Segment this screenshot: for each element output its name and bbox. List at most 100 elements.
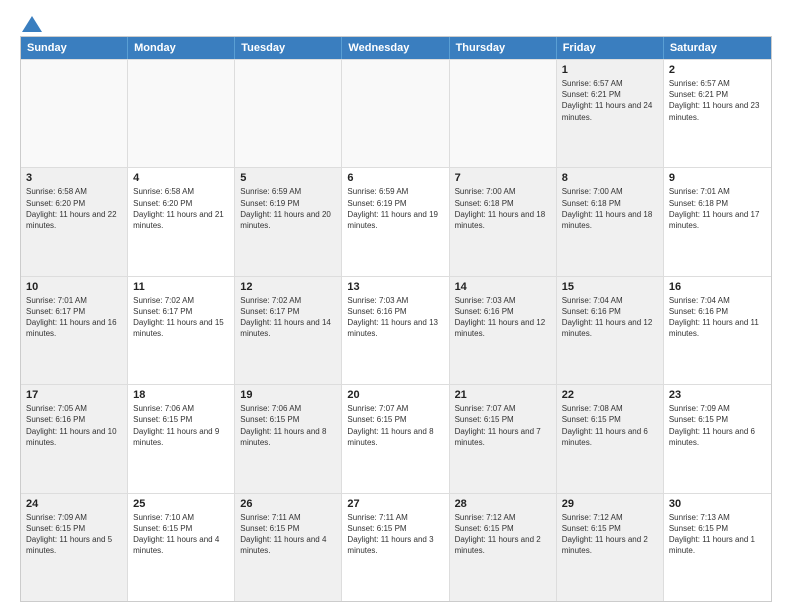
week-row-1: 3 Sunrise: 6:58 AM Sunset: 6:20 PM Daylig… <box>21 167 771 275</box>
calendar-cell: 1 Sunrise: 6:57 AM Sunset: 6:21 PM Daylig… <box>557 60 664 167</box>
calendar-cell <box>342 60 449 167</box>
calendar-cell: 21 Sunrise: 7:07 AM Sunset: 6:15 PM Dayli… <box>450 385 557 492</box>
calendar-cell: 22 Sunrise: 7:08 AM Sunset: 6:15 PM Dayli… <box>557 385 664 492</box>
day-info: Sunrise: 6:59 AM Sunset: 6:19 PM Dayligh… <box>240 186 336 231</box>
day-info: Sunrise: 6:57 AM Sunset: 6:21 PM Dayligh… <box>669 78 766 123</box>
header-day-thursday: Thursday <box>450 37 557 59</box>
week-row-0: 1 Sunrise: 6:57 AM Sunset: 6:21 PM Daylig… <box>21 59 771 167</box>
day-info: Sunrise: 7:07 AM Sunset: 6:15 PM Dayligh… <box>347 403 443 448</box>
calendar-cell: 13 Sunrise: 7:03 AM Sunset: 6:16 PM Dayli… <box>342 277 449 384</box>
day-info: Sunrise: 7:00 AM Sunset: 6:18 PM Dayligh… <box>455 186 551 231</box>
day-number: 10 <box>26 281 122 293</box>
calendar-cell: 9 Sunrise: 7:01 AM Sunset: 6:18 PM Daylig… <box>664 168 771 275</box>
calendar-cell: 30 Sunrise: 7:13 AM Sunset: 6:15 PM Dayli… <box>664 494 771 601</box>
day-number: 15 <box>562 281 658 293</box>
day-info: Sunrise: 7:13 AM Sunset: 6:15 PM Dayligh… <box>669 512 766 557</box>
day-info: Sunrise: 7:09 AM Sunset: 6:15 PM Dayligh… <box>26 512 122 557</box>
day-info: Sunrise: 7:03 AM Sunset: 6:16 PM Dayligh… <box>455 295 551 340</box>
day-number: 18 <box>133 389 229 401</box>
calendar-body: 1 Sunrise: 6:57 AM Sunset: 6:21 PM Daylig… <box>21 59 771 601</box>
calendar-cell: 23 Sunrise: 7:09 AM Sunset: 6:15 PM Dayli… <box>664 385 771 492</box>
week-row-3: 17Sunrise: 7:05 AM Sunset: 6:16 PM Dayli… <box>21 384 771 492</box>
calendar-cell: 26 Sunrise: 7:11 AM Sunset: 6:15 PM Dayli… <box>235 494 342 601</box>
day-number: 21 <box>455 389 551 401</box>
calendar-cell: 6 Sunrise: 6:59 AM Sunset: 6:19 PM Daylig… <box>342 168 449 275</box>
page: SundayMondayTuesdayWednesdayThursdayFrid… <box>0 0 792 612</box>
day-number: 29 <box>562 498 658 510</box>
header-day-tuesday: Tuesday <box>235 37 342 59</box>
logo-icon <box>22 16 42 32</box>
day-number: 6 <box>347 172 443 184</box>
day-number: 23 <box>669 389 766 401</box>
day-info: Sunrise: 6:59 AM Sunset: 6:19 PM Dayligh… <box>347 186 443 231</box>
calendar-cell: 16 Sunrise: 7:04 AM Sunset: 6:16 PM Dayli… <box>664 277 771 384</box>
calendar-cell <box>21 60 128 167</box>
calendar-cell: 7 Sunrise: 7:00 AM Sunset: 6:18 PM Daylig… <box>450 168 557 275</box>
week-row-4: 24 Sunrise: 7:09 AM Sunset: 6:15 PM Dayli… <box>21 493 771 601</box>
calendar-cell: 27Sunrise: 7:11 AM Sunset: 6:15 PM Dayli… <box>342 494 449 601</box>
day-number: 2 <box>669 64 766 76</box>
calendar-cell: 4 Sunrise: 6:58 AM Sunset: 6:20 PM Daylig… <box>128 168 235 275</box>
calendar-cell: 14 Sunrise: 7:03 AM Sunset: 6:16 PM Dayli… <box>450 277 557 384</box>
day-info: Sunrise: 7:09 AM Sunset: 6:15 PM Dayligh… <box>669 403 766 448</box>
day-info: Sunrise: 7:05 AM Sunset: 6:16 PM Dayligh… <box>26 403 122 448</box>
calendar-cell: 11 Sunrise: 7:02 AM Sunset: 6:17 PM Dayli… <box>128 277 235 384</box>
calendar-cell: 25Sunrise: 7:10 AM Sunset: 6:15 PM Dayli… <box>128 494 235 601</box>
day-number: 3 <box>26 172 122 184</box>
day-number: 19 <box>240 389 336 401</box>
day-number: 14 <box>455 281 551 293</box>
header-day-monday: Monday <box>128 37 235 59</box>
day-info: Sunrise: 6:57 AM Sunset: 6:21 PM Dayligh… <box>562 78 658 123</box>
calendar-cell: 15 Sunrise: 7:04 AM Sunset: 6:16 PM Dayli… <box>557 277 664 384</box>
day-info: Sunrise: 7:06 AM Sunset: 6:15 PM Dayligh… <box>240 403 336 448</box>
day-info: Sunrise: 6:58 AM Sunset: 6:20 PM Dayligh… <box>26 186 122 231</box>
day-info: Sunrise: 7:01 AM Sunset: 6:17 PM Dayligh… <box>26 295 122 340</box>
day-number: 5 <box>240 172 336 184</box>
day-info: Sunrise: 7:12 AM Sunset: 6:15 PM Dayligh… <box>455 512 551 557</box>
day-info: Sunrise: 7:11 AM Sunset: 6:15 PM Dayligh… <box>240 512 336 557</box>
day-info: Sunrise: 7:10 AM Sunset: 6:15 PM Dayligh… <box>133 512 229 557</box>
day-number: 16 <box>669 281 766 293</box>
day-number: 1 <box>562 64 658 76</box>
day-info: Sunrise: 7:07 AM Sunset: 6:15 PM Dayligh… <box>455 403 551 448</box>
calendar-cell: 28Sunrise: 7:12 AM Sunset: 6:15 PM Dayli… <box>450 494 557 601</box>
day-number: 11 <box>133 281 229 293</box>
header <box>20 16 772 28</box>
calendar: SundayMondayTuesdayWednesdayThursdayFrid… <box>20 36 772 602</box>
day-number: 24 <box>26 498 122 510</box>
day-number: 30 <box>669 498 766 510</box>
day-info: Sunrise: 7:02 AM Sunset: 6:17 PM Dayligh… <box>240 295 336 340</box>
calendar-cell <box>450 60 557 167</box>
day-number: 26 <box>240 498 336 510</box>
day-info: Sunrise: 7:08 AM Sunset: 6:15 PM Dayligh… <box>562 403 658 448</box>
header-day-saturday: Saturday <box>664 37 771 59</box>
calendar-cell <box>235 60 342 167</box>
calendar-cell: 2 Sunrise: 6:57 AM Sunset: 6:21 PM Daylig… <box>664 60 771 167</box>
day-number: 9 <box>669 172 766 184</box>
header-day-friday: Friday <box>557 37 664 59</box>
calendar-cell <box>128 60 235 167</box>
day-info: Sunrise: 7:06 AM Sunset: 6:15 PM Dayligh… <box>133 403 229 448</box>
day-info: Sunrise: 7:00 AM Sunset: 6:18 PM Dayligh… <box>562 186 658 231</box>
day-info: Sunrise: 7:03 AM Sunset: 6:16 PM Dayligh… <box>347 295 443 340</box>
day-number: 7 <box>455 172 551 184</box>
day-number: 12 <box>240 281 336 293</box>
day-number: 4 <box>133 172 229 184</box>
calendar-cell: 29Sunrise: 7:12 AM Sunset: 6:15 PM Dayli… <box>557 494 664 601</box>
day-number: 22 <box>562 389 658 401</box>
logo-text <box>20 16 42 32</box>
day-number: 13 <box>347 281 443 293</box>
header-day-sunday: Sunday <box>21 37 128 59</box>
day-number: 27 <box>347 498 443 510</box>
day-info: Sunrise: 7:01 AM Sunset: 6:18 PM Dayligh… <box>669 186 766 231</box>
calendar-cell: 12 Sunrise: 7:02 AM Sunset: 6:17 PM Dayli… <box>235 277 342 384</box>
day-info: Sunrise: 6:58 AM Sunset: 6:20 PM Dayligh… <box>133 186 229 231</box>
calendar-cell: 10 Sunrise: 7:01 AM Sunset: 6:17 PM Dayli… <box>21 277 128 384</box>
calendar-cell: 5 Sunrise: 6:59 AM Sunset: 6:19 PM Daylig… <box>235 168 342 275</box>
day-info: Sunrise: 7:04 AM Sunset: 6:16 PM Dayligh… <box>669 295 766 340</box>
calendar-cell: 3 Sunrise: 6:58 AM Sunset: 6:20 PM Daylig… <box>21 168 128 275</box>
day-info: Sunrise: 7:04 AM Sunset: 6:16 PM Dayligh… <box>562 295 658 340</box>
calendar-cell: 8Sunrise: 7:00 AM Sunset: 6:18 PM Daylig… <box>557 168 664 275</box>
day-info: Sunrise: 7:02 AM Sunset: 6:17 PM Dayligh… <box>133 295 229 340</box>
calendar-cell: 17Sunrise: 7:05 AM Sunset: 6:16 PM Dayli… <box>21 385 128 492</box>
